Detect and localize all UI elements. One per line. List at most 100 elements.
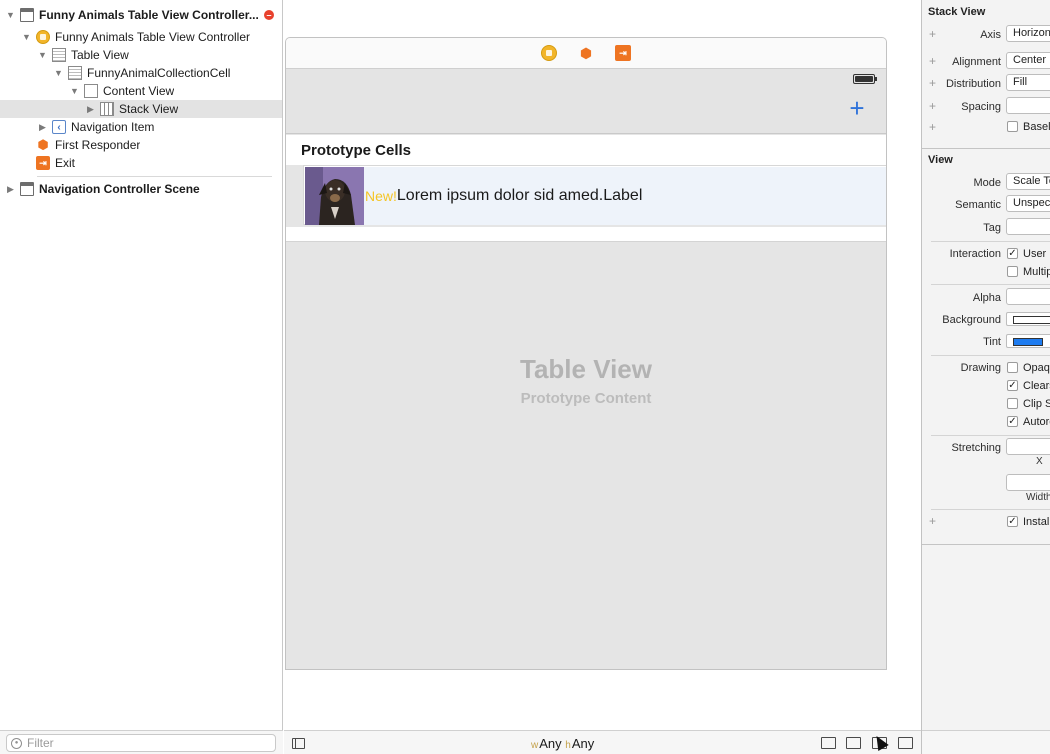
prototype-cells-title: Prototype Cells <box>301 142 412 159</box>
spacing-plus-icon[interactable]: + <box>929 99 936 113</box>
disclosure-open-icon[interactable]: ▼ <box>22 32 31 42</box>
background-label: Background <box>942 314 1001 326</box>
inspector-divider <box>931 355 1050 356</box>
outline-item-label: FunnyAnimalCollectionCell <box>87 66 231 80</box>
outline-item[interactable]: ▶ Navigation Controller Scene <box>0 180 282 198</box>
alpha-field[interactable] <box>1006 288 1050 305</box>
axis-plus-icon[interactable]: + <box>929 27 936 41</box>
clears-context-text: Clears Graphics Context <box>1023 380 1050 392</box>
outline-item[interactable]: ▼ Content View <box>0 82 282 100</box>
outline-toggle-icon[interactable] <box>292 738 305 749</box>
table-view-icon <box>68 66 82 80</box>
baseline-checkbox[interactable] <box>1007 121 1018 132</box>
navigation-item-icon: ‹ <box>52 120 66 134</box>
distribution-plus-icon[interactable]: + <box>929 76 936 90</box>
disclosure-closed-icon[interactable]: ▶ <box>6 184 15 194</box>
alpha-label: Alpha <box>972 292 1001 304</box>
attributes-inspector: Stack View + Axis Horizontal + Alignment… <box>921 0 1050 754</box>
dog-image[interactable] <box>305 167 364 225</box>
stack-view-icon <box>100 102 114 116</box>
outline-item-label: Content View <box>103 84 175 98</box>
axis-label: Axis <box>980 29 1001 41</box>
outline-item[interactable]: ▼ FunnyAnimalCollectionCell <box>0 64 282 82</box>
installed-text: Installed <box>1023 516 1050 528</box>
outline-item[interactable]: ▼ Funny Animals Table View Controller... <box>0 6 282 24</box>
size-class-selector[interactable]: wAny hAny <box>531 736 594 751</box>
outline-item[interactable]: ▼ Funny Animals Table View Controller <box>0 28 282 46</box>
disclosure-open-icon[interactable]: ▼ <box>70 86 79 96</box>
tag-label: Tag <box>983 222 1001 234</box>
filter-input[interactable] <box>27 736 257 750</box>
align-icon[interactable] <box>846 737 861 749</box>
semantic-select[interactable]: Unspecified <box>1006 195 1050 212</box>
clears-context-checkbox[interactable]: ✓ <box>1007 380 1018 391</box>
scene-view-controller[interactable]: ⬢ ⇥ + Prototype Cells New! Lorem ipsum d… <box>285 37 887 670</box>
baseline-plus-icon[interactable]: + <box>929 120 936 134</box>
view-controller-icon <box>36 30 50 44</box>
installed-plus-icon[interactable]: + <box>929 514 936 528</box>
stretching-width-field[interactable] <box>1006 474 1050 491</box>
inspector-divider <box>931 509 1050 510</box>
first-responder-icon[interactable]: ⬢ <box>578 45 594 61</box>
cell-title-label[interactable]: Lorem ipsum dolor sid amed.Label <box>397 187 642 205</box>
stretching-width-label: Width <box>1026 492 1050 503</box>
semantic-label: Semantic <box>955 199 1001 211</box>
content-view-icon <box>84 84 98 98</box>
multiple-touch-checkbox[interactable] <box>1007 266 1018 277</box>
outline-item[interactable]: ▶ ‹ Navigation Item <box>0 118 282 136</box>
inspector-bottom-bar <box>922 730 1050 754</box>
distribution-select[interactable]: Fill <box>1006 74 1050 91</box>
outline-filter-bar: ● <box>0 730 283 754</box>
inspector-divider <box>931 284 1050 285</box>
disclosure-open-icon[interactable]: ▼ <box>38 50 47 60</box>
navigation-bar[interactable]: + <box>286 69 886 134</box>
filter-field[interactable]: ● <box>6 734 276 752</box>
user-interaction-checkbox[interactable]: ✓ <box>1007 248 1018 259</box>
storyboard-canvas[interactable]: ⬢ ⇥ + Prototype Cells New! Lorem ipsum d… <box>284 0 921 730</box>
spacing-field[interactable] <box>1006 97 1050 114</box>
outline-item-label: Navigation Item <box>71 120 155 134</box>
exit-icon: ⇥ <box>36 156 50 170</box>
view-controller-icon[interactable] <box>541 45 557 61</box>
axis-select[interactable]: Horizontal <box>1006 25 1050 42</box>
interaction-label: Interaction <box>949 248 1001 260</box>
alignment-select[interactable]: Center <box>1006 52 1050 69</box>
opaque-checkbox[interactable] <box>1007 362 1018 373</box>
disclosure-open-icon[interactable]: ▼ <box>6 10 15 20</box>
background-color-well[interactable] <box>1006 312 1050 326</box>
scene-dock: ⬢ ⇥ <box>286 38 886 69</box>
scene-close-icon[interactable]: – <box>264 10 274 20</box>
autoresize-checkbox[interactable]: ✓ <box>1007 416 1018 427</box>
stretching-x-label: X <box>1036 456 1043 467</box>
outline-item[interactable]: ▶ Stack View <box>0 100 282 118</box>
width-class: Any <box>539 736 562 751</box>
stack-view-header: Stack View <box>928 6 986 18</box>
disclosure-closed-icon[interactable]: ▶ <box>38 122 47 132</box>
new-badge-label[interactable]: New! <box>365 188 397 204</box>
disclosure-open-icon[interactable]: ▼ <box>54 68 63 78</box>
multiple-touch-text: Multiple Touch <box>1023 266 1050 278</box>
disclosure-closed-icon[interactable]: ▶ <box>86 104 95 114</box>
mode-select[interactable]: Scale To Fill <box>1006 173 1050 190</box>
resolve-issues-icon[interactable] <box>898 737 913 749</box>
outline-item[interactable]: ▶⇥Exit <box>0 154 282 172</box>
stretching-x-field[interactable] <box>1006 438 1050 455</box>
scene-icon <box>20 8 34 22</box>
installed-checkbox[interactable]: ✓ <box>1007 516 1018 527</box>
clip-subviews-checkbox[interactable] <box>1007 398 1018 409</box>
outline-item[interactable]: ▶⬢First Responder <box>0 136 282 154</box>
tag-field[interactable] <box>1006 218 1050 235</box>
alignment-plus-icon[interactable]: + <box>929 54 936 68</box>
height-prefix: h <box>565 740 571 751</box>
stack-embed-icon[interactable] <box>821 737 836 749</box>
width-prefix: w <box>531 740 539 751</box>
outline-item[interactable]: ▼ Table View <box>0 46 282 64</box>
funny-animal-cell[interactable]: New! Lorem ipsum dolor sid amed.Label <box>303 165 886 225</box>
cell-stack-view[interactable]: New! Lorem ipsum dolor sid amed.Label <box>305 167 886 225</box>
tint-color-well[interactable] <box>1006 334 1050 348</box>
outline-item-label: Funny Animals Table View Controller... <box>39 8 259 22</box>
outline-item-label: Exit <box>55 156 76 170</box>
add-bar-button[interactable]: + <box>847 95 867 121</box>
exit-icon[interactable]: ⇥ <box>615 45 631 61</box>
outline-item-label: Stack View <box>119 102 179 116</box>
